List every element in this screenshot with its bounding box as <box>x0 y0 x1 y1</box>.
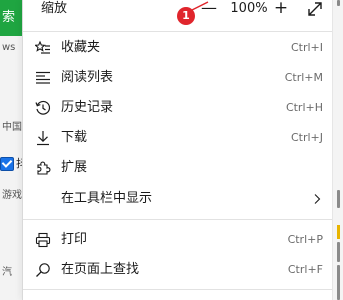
menu-item-shortcut: Ctrl+I <box>290 41 323 54</box>
page-text-fragment-car: 汽 <box>2 267 12 278</box>
menu-item-label: 在页面上查找 <box>61 262 140 277</box>
annotation-badge: 1 <box>177 7 195 25</box>
menu-item-downloads[interactable]: 下载 Ctrl+J <box>23 123 333 153</box>
zoom-in-button[interactable]: + <box>271 0 291 19</box>
menu-item-label: 历史记录 <box>61 100 114 115</box>
menu-divider <box>23 31 333 32</box>
download-icon <box>37 131 49 146</box>
zoom-level: 100% <box>230 1 268 16</box>
checkbox-fragment <box>0 157 14 171</box>
fullscreen-button[interactable] <box>305 0 325 19</box>
menu-item-shortcut: Ctrl+H <box>285 101 323 114</box>
fullscreen-icon <box>308 2 322 16</box>
scrollbar-thumb[interactable] <box>337 265 340 300</box>
scrollbar-highlight <box>337 225 340 239</box>
menu-item-extensions[interactable]: 扩展 <box>23 153 333 183</box>
print-icon <box>35 232 51 248</box>
page-text-fragment-ws: ws <box>2 42 16 53</box>
menu-item-label: 收藏夹 <box>61 40 101 55</box>
menu-item-shortcut: Ctrl+M <box>284 71 323 84</box>
page-text-fragment-games: 游戏 <box>2 190 22 201</box>
page-scrollbar[interactable] <box>332 0 343 300</box>
find-icon <box>36 263 50 277</box>
menu-item-label: 下载 <box>61 130 88 145</box>
scrollbar-mark <box>337 0 340 6</box>
menu-item-label: 在工具栏中显示 <box>61 191 153 206</box>
scrollbar-mark <box>337 190 340 208</box>
reading-list-icon <box>36 71 50 84</box>
menu-item-print[interactable]: 打印 Ctrl+P <box>23 225 333 255</box>
menu-item-find-on-page[interactable]: 在页面上查找 Ctrl+F <box>23 255 333 285</box>
page-text-fragment-china: 中国 <box>2 122 22 133</box>
menu-item-label: 阅读列表 <box>61 70 114 85</box>
menu-item-shortcut: Ctrl+J <box>290 131 323 144</box>
menu-divider <box>23 219 333 220</box>
menu-item-shortcut: Ctrl+P <box>287 233 323 246</box>
extensions-icon <box>37 161 51 175</box>
zoom-label: 缩放 <box>41 1 68 16</box>
menu-item-reading-list[interactable]: 阅读列表 Ctrl+M <box>23 63 333 93</box>
menu-item-label: 打印 <box>61 232 88 247</box>
history-icon <box>35 100 51 115</box>
browser-settings-menu: 缩放 — 100% + 1 收藏夹 Ctrl+I 阅读列表 Ctrl+M 历史记… <box>22 0 333 300</box>
favorites-star-icon <box>35 40 50 54</box>
menu-item-history[interactable]: 历史记录 Ctrl+H <box>23 93 333 123</box>
scrollbar-mark <box>337 242 340 262</box>
chevron-right-icon <box>314 194 321 204</box>
menu-item-favorites[interactable]: 收藏夹 Ctrl+I <box>23 33 333 63</box>
menu-divider <box>23 289 333 290</box>
menu-item-shortcut: Ctrl+F <box>287 263 323 276</box>
menu-item-show-in-toolbar[interactable]: 在工具栏中显示 <box>23 184 333 214</box>
menu-item-label: 扩展 <box>61 160 88 175</box>
search-button-text: 索 <box>2 10 16 25</box>
